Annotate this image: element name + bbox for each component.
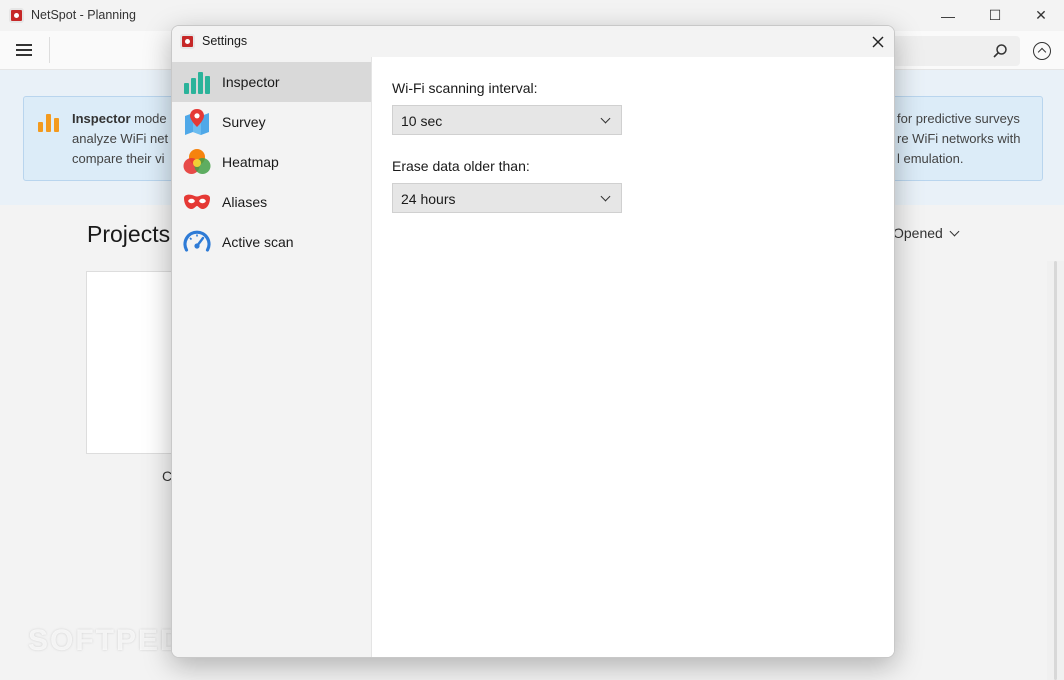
settings-content: Wi-Fi scanning interval: 10 sec Erase da… [372,57,894,657]
maximize-button[interactable]: ☐ [972,0,1018,31]
erase-data-label: Erase data older than: [392,158,530,174]
toolbar-separator [49,37,50,63]
banner-line-3-right: l emulation. [897,151,964,166]
sidebar-item-label: Aliases [222,194,268,210]
main-scrollbar[interactable] [1047,261,1064,680]
scan-interval-select[interactable]: 10 sec [392,105,622,135]
sidebar-item-survey[interactable]: Survey [172,102,371,142]
projects-heading: Projects [87,221,171,247]
collapse-up-icon[interactable] [1033,42,1051,60]
scan-interval-label: Wi-Fi scanning interval: [392,80,538,96]
sidebar-item-active-scan[interactable]: Active scan [172,222,371,262]
chevron-down-icon [600,191,611,202]
banner-line-3: compare their vi [72,151,165,166]
banner-line-2: analyze WiFi net [72,131,169,146]
banner-line-1-right: for predictive surveys [897,111,1020,126]
sidebar-item-label: Active scan [222,234,294,250]
bar-chart-icon [184,72,210,94]
netspot-app-icon [9,8,24,23]
close-icon[interactable] [872,36,884,48]
erase-data-select[interactable]: 24 hours [392,183,622,213]
settings-sidebar: Inspector Survey Heatmap Aliases Active … [172,57,372,657]
sort-dropdown[interactable]: Opened [893,225,943,241]
close-button[interactable]: ✕ [1018,0,1064,31]
map-pin-icon [185,109,209,135]
settings-dialog: Settings Inspector Survey Heatmap Aliase… [171,25,895,658]
settings-title: Settings [202,34,248,48]
erase-data-value: 24 hours [401,191,456,207]
scan-interval-value: 10 sec [401,113,443,129]
sidebar-item-heatmap[interactable]: Heatmap [172,142,371,182]
minimize-button[interactable]: — [925,0,971,31]
hamburger-menu-icon[interactable] [16,44,32,56]
search-icon[interactable] [992,43,1008,59]
heatmap-icon [183,149,211,174]
speedometer-icon [183,230,211,252]
sidebar-item-aliases[interactable]: Aliases [172,182,371,222]
sidebar-item-label: Survey [222,114,266,130]
netspot-app-icon [180,34,195,49]
window-title: NetSpot - Planning [31,8,136,22]
banner-line-2-right: re WiFi networks with [897,131,1021,146]
banner-line-1: Inspector mode [72,111,167,126]
bar-chart-icon [38,112,60,132]
search-input[interactable] [880,36,1020,66]
sidebar-item-label: Inspector [222,74,280,90]
chevron-down-icon [600,113,611,124]
settings-close-button[interactable] [862,26,894,57]
chevron-down-icon[interactable] [949,226,960,237]
sidebar-item-label: Heatmap [222,154,279,170]
sidebar-item-inspector[interactable]: Inspector [172,62,371,102]
mask-icon [184,194,210,209]
settings-titlebar: Settings [172,26,894,57]
